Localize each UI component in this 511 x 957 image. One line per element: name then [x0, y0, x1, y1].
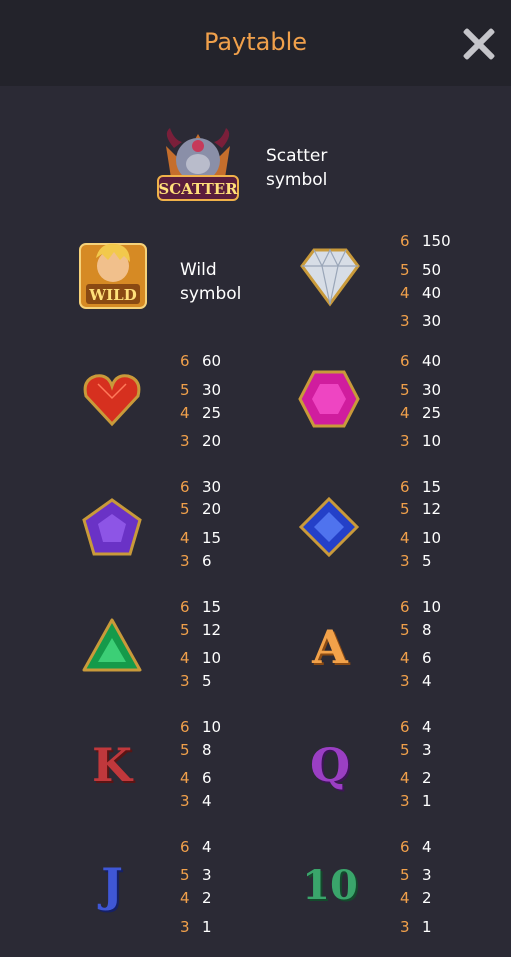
- blue-square-pay-4: 4 10: [400, 529, 442, 547]
- letter-k-pay-4: 46: [180, 769, 212, 787]
- green-triangle-pay-4: 4 10: [180, 649, 222, 667]
- number-10-pay-6: 64: [400, 838, 432, 856]
- letter-j-pay-6: 64: [180, 838, 212, 856]
- purple-pentagon-pay-4: 4 15: [180, 529, 222, 547]
- diamond-icon: [300, 248, 360, 307]
- purple-pentagon-pay-6: 6 30: [180, 478, 222, 496]
- paytable-header: Paytable: [0, 0, 511, 86]
- letter-q-pay-5: 53: [400, 741, 432, 759]
- green-triangle-pay-3: 35: [180, 672, 212, 690]
- letter-k-icon: K: [92, 738, 132, 792]
- number-10-pay-5: 53: [400, 866, 432, 884]
- letter-a-pay-4: 46: [400, 649, 432, 667]
- letter-k-pay-3: 34: [180, 792, 212, 810]
- letter-j-pay-5: 53: [180, 866, 212, 884]
- purple-pentagon-gem-icon: [82, 498, 142, 556]
- letter-q-pay-4: 42: [400, 769, 432, 787]
- wild-symbol-icon: WILD: [79, 243, 147, 309]
- letter-q-pay-3: 31: [400, 792, 432, 810]
- wild-label: Wild symbol: [180, 258, 241, 306]
- green-triangle-gem-icon: [82, 618, 142, 672]
- diamond-pay-5: 5 50: [400, 261, 442, 279]
- scatter-symbol-icon: SCATTER: [157, 128, 239, 201]
- purple-pentagon-pay-5: 5 20: [180, 500, 222, 518]
- letter-k-pay-6: 6 10: [180, 718, 222, 736]
- letter-j-pay-4: 42: [180, 889, 212, 907]
- letter-q-pay-6: 64: [400, 718, 432, 736]
- green-triangle-pay-6: 6 15: [180, 598, 222, 616]
- red-heart-pay-3: 3 20: [180, 432, 222, 450]
- letter-j-pay-3: 31: [180, 918, 212, 936]
- blue-square-pay-6: 6 15: [400, 478, 442, 496]
- wild-label-line1: Wild: [180, 260, 217, 280]
- number-10-pay-4: 42: [400, 889, 432, 907]
- pink-hexagon-pay-3: 3 10: [400, 432, 442, 450]
- diamond-pay-6: 6 150: [400, 232, 451, 250]
- blue-square-gem-icon: [298, 496, 360, 558]
- green-triangle-pay-5: 5 12: [180, 621, 222, 639]
- red-heart-pay-5: 5 30: [180, 381, 222, 399]
- scatter-label-line1: Scatter: [266, 146, 328, 166]
- letter-a-icon: A: [312, 620, 348, 674]
- scatter-label-line2: symbol: [266, 170, 328, 190]
- red-heart-pay-4: 4 25: [180, 404, 222, 422]
- pink-hexagon-pay-4: 4 25: [400, 404, 442, 422]
- page-title: Paytable: [203, 28, 308, 56]
- blue-square-pay-5: 5 12: [400, 500, 442, 518]
- red-heart-gem-icon: [83, 374, 141, 427]
- letter-k-pay-5: 58: [180, 741, 212, 759]
- diamond-pay-3: 3 30: [400, 312, 442, 330]
- purple-pentagon-pay-3: 36: [180, 552, 212, 570]
- blue-square-pay-3: 35: [400, 552, 432, 570]
- number-10-icon: 10: [302, 862, 358, 909]
- letter-a-pay-3: 34: [400, 672, 432, 690]
- letter-a-pay-5: 58: [400, 621, 432, 639]
- wild-badge-text: WILD: [88, 286, 136, 304]
- pink-hexagon-pay-6: 6 40: [400, 352, 442, 370]
- red-heart-pay-6: 6 60: [180, 352, 222, 370]
- letter-a-pay-6: 6 10: [400, 598, 442, 616]
- letter-j-icon: J: [101, 858, 123, 912]
- scatter-label: Scatter symbol: [266, 144, 327, 192]
- close-icon[interactable]: [460, 26, 496, 62]
- scatter-badge-text: SCATTER: [158, 180, 238, 198]
- wild-label-line2: symbol: [180, 284, 242, 304]
- number-10-pay-3: 31: [400, 918, 432, 936]
- pink-hexagon-gem-icon: [298, 370, 360, 428]
- letter-q-icon: Q: [309, 738, 351, 792]
- diamond-pay-4: 4 40: [400, 284, 442, 302]
- pink-hexagon-pay-5: 5 30: [400, 381, 442, 399]
